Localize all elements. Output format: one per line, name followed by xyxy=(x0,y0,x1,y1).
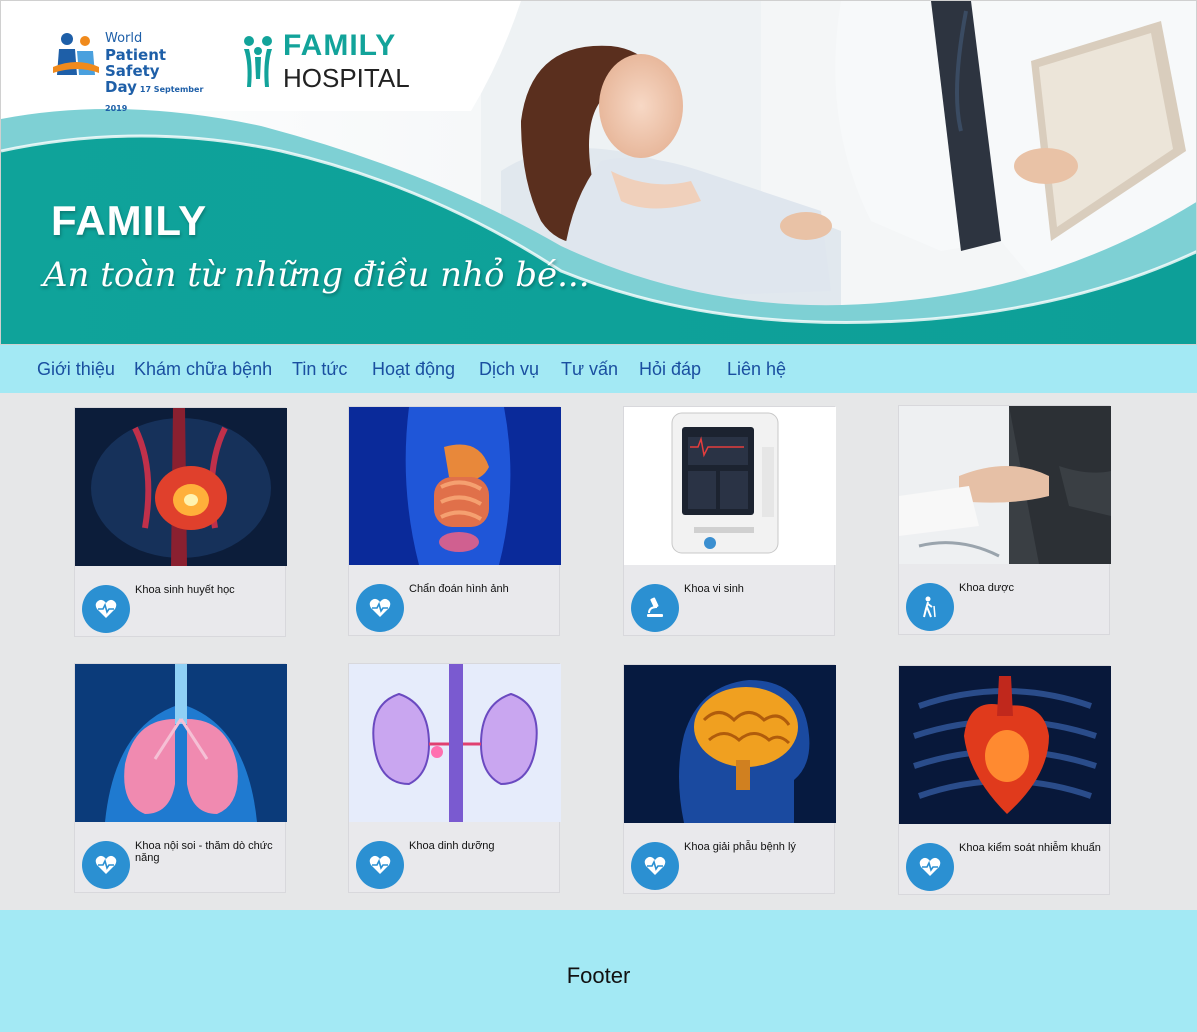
department-image-hands xyxy=(899,406,1111,564)
nav-item-lien-he[interactable]: Liên hệ xyxy=(727,359,786,380)
department-card[interactable]: Khoa dinh dưỡng xyxy=(348,663,561,893)
patient-safety-logo-icon xyxy=(53,33,99,75)
nav-item-hoat-dong[interactable]: Hoạt động xyxy=(372,359,455,380)
hospital-name-line-1: FAMILY xyxy=(283,29,397,62)
department-image-heart-vessels xyxy=(75,408,287,566)
heart-pulse-icon xyxy=(356,841,404,889)
family-hospital-logo[interactable]: FAMILY HOSPITAL xyxy=(241,29,431,93)
department-name: Khoa sinh huyết học xyxy=(135,584,235,596)
heart-pulse-icon xyxy=(906,843,954,891)
walking-cane-icon xyxy=(906,583,954,631)
department-name: Khoa giải phẫu bệnh lý xyxy=(684,841,796,853)
wpsd-line-1: World xyxy=(105,31,143,46)
wpsd-line-3: Day xyxy=(105,78,137,96)
wpsd-line-2: Patient Safety xyxy=(105,46,167,80)
department-card[interactable]: Khoa kiểm soát nhiễm khuẩn xyxy=(898,665,1111,895)
department-card[interactable]: Chẩn đoán hình ảnh xyxy=(348,406,561,636)
world-patient-safety-day-logo: World Patient Safety Day 17 September 201… xyxy=(53,29,223,113)
heart-pulse-icon xyxy=(356,584,404,632)
department-card[interactable]: Khoa dược xyxy=(898,405,1111,635)
footer: Footer xyxy=(0,910,1197,1032)
department-name: Khoa dược xyxy=(959,582,1014,594)
department-name: Khoa nội soi - thăm dò chức năng xyxy=(135,840,273,864)
hospital-name-line-2: HOSPITAL xyxy=(283,63,410,93)
header-banner: World Patient Safety Day 17 September 201… xyxy=(0,0,1197,345)
nav-item-gioi-thieu[interactable]: Giới thiệu xyxy=(37,359,115,380)
nav-item-tin-tuc[interactable]: Tin tức xyxy=(292,359,347,380)
nav-item-dich-vu[interactable]: Dịch vụ xyxy=(479,359,539,380)
nav-item-tu-van[interactable]: Tư vấn xyxy=(561,359,618,380)
banner-title: FAMILY xyxy=(51,197,208,244)
department-image-heart xyxy=(899,666,1111,824)
department-name: Khoa dinh dưỡng xyxy=(409,840,495,852)
heart-pulse-icon xyxy=(631,842,679,890)
department-name: Chẩn đoán hình ảnh xyxy=(409,583,509,595)
department-image-kidneys xyxy=(349,664,561,822)
department-image-brain xyxy=(624,665,836,823)
nav-item-hoi-dap[interactable]: Hỏi đáp xyxy=(639,359,701,380)
nav-item-kham-chua-benh[interactable]: Khám chữa bệnh xyxy=(134,359,272,380)
department-card[interactable]: Khoa sinh huyết học xyxy=(74,407,287,637)
heart-pulse-icon xyxy=(82,841,130,889)
department-image-monitor xyxy=(624,407,836,565)
department-image-lungs xyxy=(75,664,287,822)
footer-label: Footer xyxy=(566,963,631,988)
department-card[interactable]: Khoa vi sinh xyxy=(623,406,836,636)
department-name: Khoa vi sinh xyxy=(684,583,744,595)
main-nav: Giới thiệu Khám chữa bệnh Tin tức Hoạt đ… xyxy=(0,345,1197,393)
microscope-icon xyxy=(631,584,679,632)
department-card[interactable]: Khoa giải phẫu bệnh lý xyxy=(623,664,836,894)
department-card[interactable]: Khoa nội soi - thăm dò chức năng xyxy=(74,663,287,893)
family-hospital-emblem-icon xyxy=(244,36,272,87)
banner-slogan: An toàn từ những điều nhỏ bé... xyxy=(43,255,590,295)
department-image-digestive xyxy=(349,407,561,565)
heart-pulse-icon xyxy=(82,585,130,633)
department-name: Khoa kiểm soát nhiễm khuẩn xyxy=(959,842,1101,854)
